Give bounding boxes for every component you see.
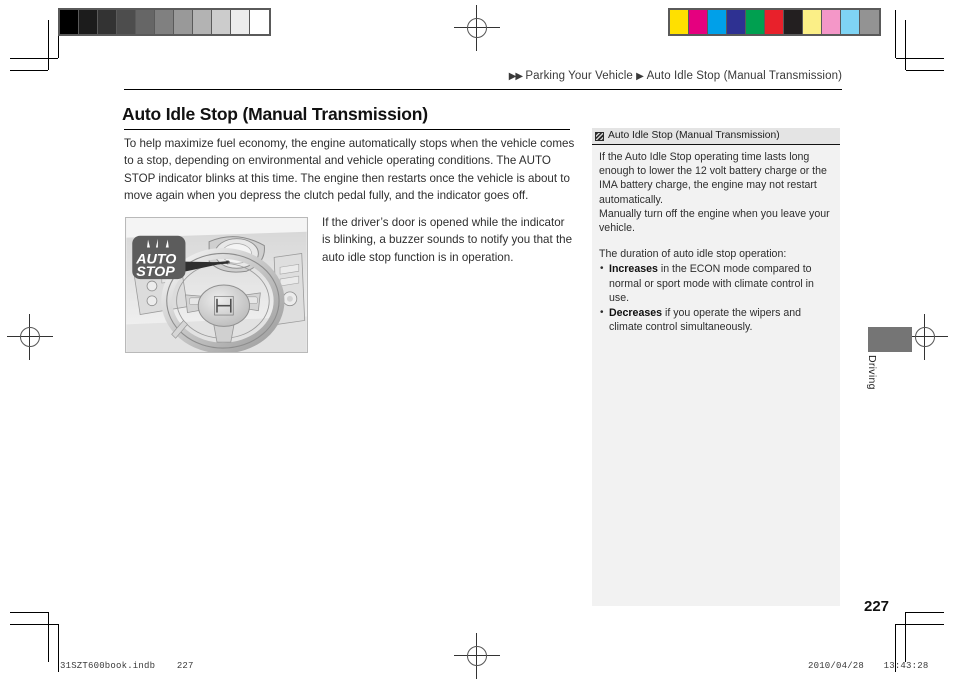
list-item: Increases in the ECON mode compared to n…: [599, 262, 833, 305]
list-item-lead: Increases: [609, 263, 658, 276]
badge-line-2: STOP: [136, 264, 175, 280]
footer-right: 2010/04/28 13:43:28: [808, 661, 928, 671]
title-divider: [124, 129, 570, 130]
note-list: Increases in the ECON mode compared to n…: [599, 262, 833, 334]
breadcrumb-separator-icon: ▶: [636, 71, 644, 82]
gray-swatch-8: [212, 10, 231, 34]
registration-mark-top: [454, 5, 500, 51]
footer-file-name: 31SZT600book.indb: [60, 661, 156, 671]
note-header: Auto Idle Stop (Manual Transmission): [592, 128, 840, 145]
intro-paragraph: To help maximize fuel economy, the engin…: [124, 137, 575, 202]
grayscale-calibration-strip: [58, 8, 271, 36]
color-swatch-8: [822, 10, 841, 34]
breadcrumb-arrows-icon: ▶▶: [508, 71, 523, 82]
header-divider: [124, 89, 842, 90]
gray-swatch-1: [79, 10, 98, 34]
secondary-paragraph: If the driver’s door is opened while the…: [322, 216, 573, 264]
book-reference-icon: [595, 131, 604, 141]
registration-mark-bottom: [454, 633, 500, 679]
color-swatch-4: [746, 10, 765, 34]
breadcrumb-parent[interactable]: Parking Your Vehicle: [525, 70, 633, 82]
note-paragraph-1: If the Auto Idle Stop operating time las…: [599, 151, 827, 206]
gray-swatch-4: [136, 10, 155, 34]
footer-file-page: 227: [176, 661, 194, 671]
page-number: 227: [864, 598, 890, 615]
note-list-intro: The duration of auto idle stop operation…: [599, 248, 787, 261]
list-item: Decreases if you operate the wipers and …: [599, 306, 833, 334]
crop-mark-top-right: [884, 10, 944, 71]
color-swatch-2: [708, 10, 727, 34]
color-swatch-1: [689, 10, 708, 34]
gray-swatch-5: [155, 10, 174, 34]
breadcrumb-current: Auto Idle Stop (Manual Transmission): [646, 70, 842, 82]
page-title: Auto Idle Stop (Manual Transmission): [122, 104, 428, 124]
illustration-svg: AUTO STOP: [126, 218, 307, 352]
color-swatch-3: [727, 10, 746, 34]
note-sidebar: Auto Idle Stop (Manual Transmission) If …: [592, 128, 840, 606]
gray-swatch-10: [250, 10, 269, 34]
color-swatch-9: [841, 10, 860, 34]
manual-page: ▶▶ Parking Your Vehicle ▶ Auto Idle Stop…: [0, 0, 954, 682]
footer-date: 2010/04/28: [808, 661, 865, 671]
chapter-thumb-tab: [868, 327, 912, 352]
gray-swatch-0: [60, 10, 79, 34]
gray-swatch-7: [193, 10, 212, 34]
list-item-lead: Decreases: [609, 307, 663, 320]
chapter-thumb-label: Driving: [866, 355, 878, 390]
registration-mark-left: [7, 314, 53, 360]
color-swatch-10: [860, 10, 879, 34]
color-swatch-5: [765, 10, 784, 34]
steering-wheel-illustration: AUTO STOP: [125, 217, 308, 353]
color-calibration-strip: [668, 8, 881, 36]
color-swatch-0: [670, 10, 689, 34]
note-paragraph-2: Manually turn off the engine when you le…: [599, 207, 830, 235]
note-title: Auto Idle Stop (Manual Transmission): [608, 129, 780, 141]
color-swatch-6: [784, 10, 803, 34]
breadcrumb: ▶▶ Parking Your Vehicle ▶ Auto Idle Stop…: [124, 70, 842, 82]
gray-swatch-6: [174, 10, 193, 34]
gray-swatch-2: [98, 10, 117, 34]
note-body: If the Auto Idle Stop operating time las…: [592, 145, 840, 334]
gray-swatch-3: [117, 10, 136, 34]
footer-left: 31SZT600book.indb 227: [60, 661, 194, 671]
gray-swatch-9: [231, 10, 250, 34]
footer-time: 13:43:28: [883, 661, 929, 671]
color-swatch-7: [803, 10, 822, 34]
